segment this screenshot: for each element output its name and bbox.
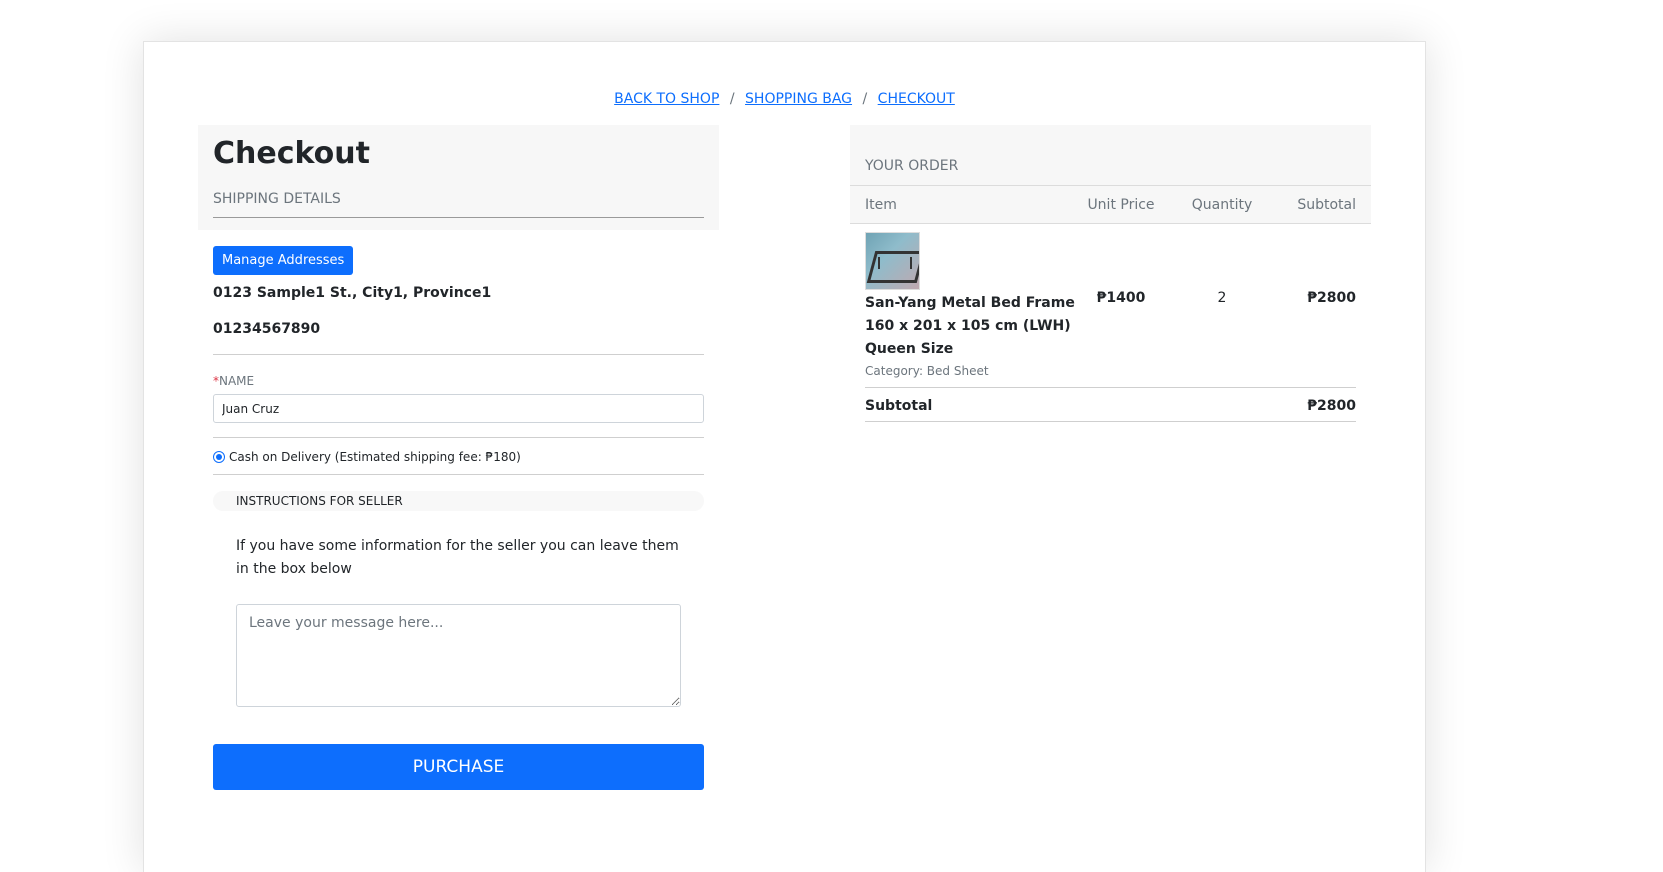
product-subtotal: ₱2800 (1307, 290, 1356, 306)
breadcrumb: BACK TO SHOP / SHOPPING BAG / CHECKOUT (144, 91, 1425, 107)
order-title: YOUR ORDER (850, 125, 1371, 186)
shipping-address: 0123 Sample1 St., City1, Province1 (213, 285, 492, 301)
purchase-button[interactable]: PURCHASE (213, 744, 704, 790)
instructions-title: INSTRUCTIONS FOR SELLER (213, 491, 704, 511)
shipping-header: Checkout SHIPPING DETAILS (198, 125, 719, 230)
breadcrumb-checkout-link[interactable]: CHECKOUT (878, 91, 955, 107)
product-unit-price: ₱1400 (1096, 290, 1146, 306)
payment-option-label: Cash on Delivery (Estimated shipping fee… (229, 450, 521, 464)
payment-radio[interactable] (213, 451, 225, 463)
column-item: Item (865, 196, 897, 213)
column-quantity: Quantity (1191, 196, 1253, 213)
divider (213, 437, 704, 438)
breadcrumb-shopping-bag-link[interactable]: SHOPPING BAG (745, 91, 852, 107)
shipping-phone: 01234567890 (213, 321, 704, 355)
product-name[interactable]: San-Yang Metal Bed Frame 160 x 201 x 105… (865, 292, 1075, 361)
instructions-text: If you have some information for the sel… (236, 538, 679, 577)
seller-message-textarea[interactable] (236, 604, 681, 707)
column-unit-price: Unit Price (1087, 196, 1155, 213)
shipping-body: Manage Addresses 0123 Sample1 St., City1… (198, 230, 719, 790)
name-input[interactable] (213, 394, 704, 423)
order-header: YOUR ORDER Item Unit Price Quantity Subt… (850, 125, 1371, 224)
breadcrumb-back-to-shop-link[interactable]: BACK TO SHOP (614, 91, 719, 107)
subtotal-value: ₱2800 (1307, 398, 1356, 414)
shipping-section: Checkout SHIPPING DETAILS Manage Address… (198, 125, 719, 790)
breadcrumb-separator: / (862, 91, 868, 107)
payment-option-cod[interactable]: Cash on Delivery (Estimated shipping fee… (213, 450, 704, 475)
product-category: Category: Bed Sheet (865, 364, 989, 378)
product-thumbnail[interactable] (865, 232, 920, 290)
order-summary: YOUR ORDER Item Unit Price Quantity Subt… (850, 125, 1371, 422)
manage-addresses-button[interactable]: Manage Addresses (213, 246, 354, 275)
order-subtotal-row: Subtotal ₱2800 (865, 387, 1356, 422)
breadcrumb-separator: / (729, 91, 735, 107)
page-title: Checkout (213, 136, 370, 171)
product-quantity: 2 (1217, 290, 1227, 306)
shipping-details-title: SHIPPING DETAILS (213, 191, 704, 218)
order-item-row: San-Yang Metal Bed Frame 160 x 201 x 105… (850, 224, 1371, 378)
name-label: *NAME (213, 374, 704, 388)
subtotal-label: Subtotal (865, 398, 933, 414)
radio-selected-dot (216, 454, 222, 460)
name-label-text: NAME (219, 374, 255, 388)
order-table-header: Item Unit Price Quantity Subtotal (850, 186, 1371, 224)
checkout-card: BACK TO SHOP / SHOPPING BAG / CHECKOUT C… (143, 41, 1426, 872)
order-item-cell: San-Yang Metal Bed Frame 160 x 201 x 105… (865, 232, 1075, 378)
column-subtotal: Subtotal (1297, 196, 1356, 213)
